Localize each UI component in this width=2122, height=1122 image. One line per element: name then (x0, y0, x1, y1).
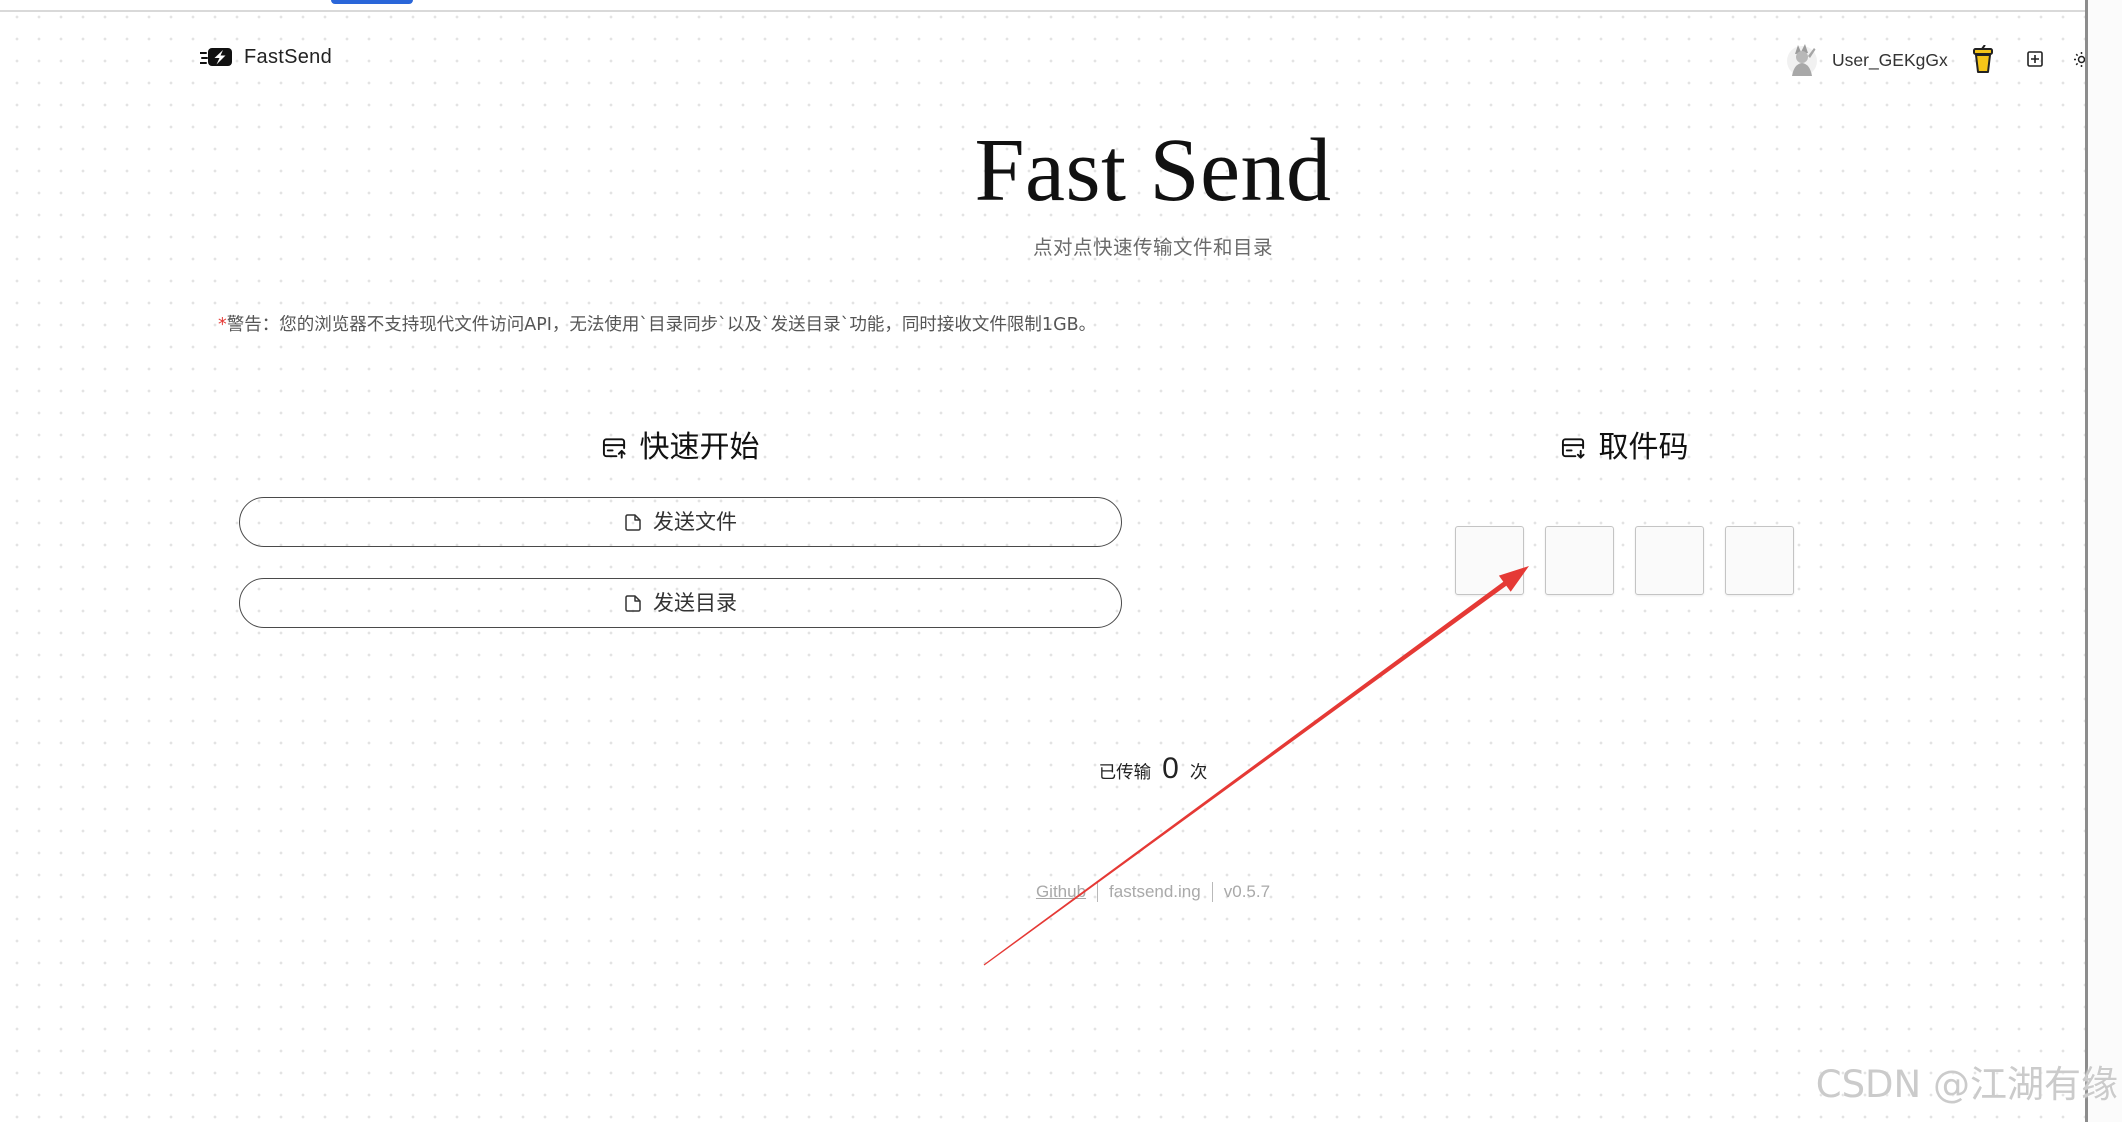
site-link[interactable]: fastsend.ing (1097, 882, 1201, 902)
page-subtitle: 点对点快速传输文件和目录 (1032, 236, 1273, 259)
logo-link[interactable]: FastSend (200, 43, 332, 71)
send-file-button[interactable]: 发送文件 (239, 497, 1122, 547)
github-link[interactable]: Github (1036, 882, 1086, 902)
send-card-icon (602, 437, 627, 459)
pickup-code-inputs (1455, 526, 1794, 595)
fastsend-page: FastSend User_GEKgGx Fast Send 点对点快速传输文件… (0, 0, 2122, 1122)
pickup-code-title: 取件码 (1598, 430, 1689, 465)
send-file-label: 发送文件 (653, 510, 737, 534)
lightning-box-icon (200, 45, 234, 69)
code-input-4[interactable] (1725, 526, 1794, 595)
browser-warning: *警告：您的浏览器不支持现代文件访问API，无法使用`目录同步`以及`发送目录`… (218, 314, 1096, 336)
username: User_GEKgGx (1832, 49, 1948, 70)
drink-cup-icon[interactable] (1972, 45, 1994, 74)
transfer-count-value: 0 (1162, 752, 1179, 785)
user-menu[interactable]: User_GEKgGx (1786, 41, 1948, 79)
browser-top-strip (0, 0, 2085, 12)
transfer-count-prefix: 已传输 (1098, 763, 1152, 783)
csdn-watermark: CSDN @江湖有缘 (1815, 1063, 2118, 1106)
quick-start-title: 快速开始 (639, 430, 760, 465)
pickup-code-header: 取件码 (1455, 428, 1794, 468)
code-input-3[interactable] (1635, 526, 1704, 595)
warning-asterisk: * (218, 315, 227, 335)
warning-text: 警告：您的浏览器不支持现代文件访问API，无法使用`目录同步`以及`发送目录`功… (226, 315, 1097, 335)
transfer-count-suffix: 次 (1189, 763, 1208, 783)
window-edge (2085, 0, 2122, 1122)
receive-card-icon (1561, 437, 1586, 459)
send-directory-label: 发送目录 (653, 591, 737, 615)
code-input-2[interactable] (1545, 526, 1614, 595)
code-input-1[interactable] (1455, 526, 1524, 595)
version-label: v0.5.7 (1211, 882, 1270, 902)
transfer-count: 已传输 0 次 (653, 752, 1653, 792)
file-icon (624, 594, 642, 612)
quick-start-header: 快速开始 (239, 428, 1122, 468)
send-directory-button[interactable]: 发送目录 (239, 578, 1122, 628)
user-avatar-icon (1786, 42, 1818, 78)
page-title: Fast Send (974, 121, 1332, 220)
logo-text: FastSend (244, 45, 333, 68)
footer: Github fastsend.ing v0.5.7 (653, 882, 1653, 902)
blue-tab-edge[interactable] (331, 0, 413, 4)
grid-icon[interactable] (2027, 51, 2043, 67)
file-icon (624, 513, 642, 531)
